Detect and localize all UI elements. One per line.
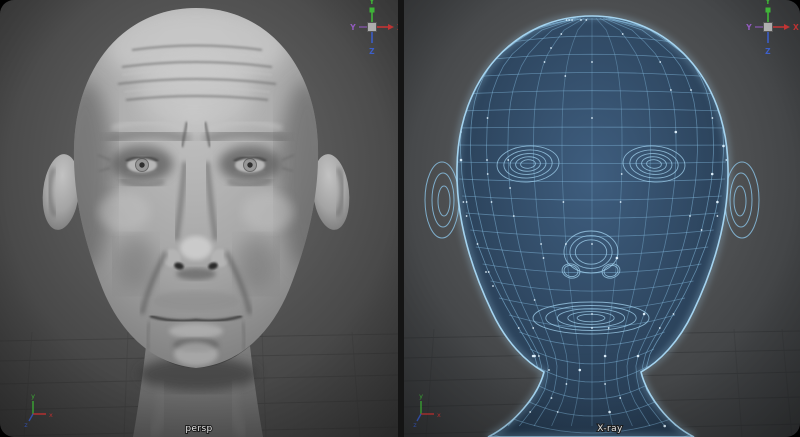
tripod-label-x: x (437, 411, 441, 419)
manipulator-center-cube[interactable] (763, 22, 773, 32)
wireframe-canvas[interactable]: Y Z X Y y x z X-ray (404, 0, 800, 437)
axis-label-neg: Y (349, 23, 356, 32)
tripod-label-z: z (413, 421, 417, 429)
axis-label-z: Z (369, 47, 375, 56)
viewport-sculpt[interactable]: Y Z X Y y x z persp (0, 0, 398, 437)
tripod-label-y: y (31, 392, 35, 400)
tripod-label-x: x (49, 411, 53, 419)
axis-label-x: X (397, 23, 398, 32)
axis-label-x: X (793, 23, 799, 32)
camera-name-label: X-ray (597, 424, 623, 434)
axis-label-y: Y (368, 0, 375, 6)
tripod-label-y: y (419, 392, 423, 400)
axis-label-z: Z (765, 47, 771, 56)
viewport-wireframe[interactable]: Y Z X Y y x z X-ray (404, 0, 800, 437)
manipulator-center-cube[interactable] (367, 22, 377, 32)
sculpt-canvas[interactable]: Y Z X Y y x z persp (0, 0, 398, 437)
axis-label-neg: Y (745, 23, 752, 32)
camera-name-label: persp (185, 424, 212, 434)
tripod-label-z: z (24, 421, 28, 429)
video-frame: Y Z X Y y x z persp (0, 0, 800, 437)
axis-label-y: Y (764, 0, 771, 6)
